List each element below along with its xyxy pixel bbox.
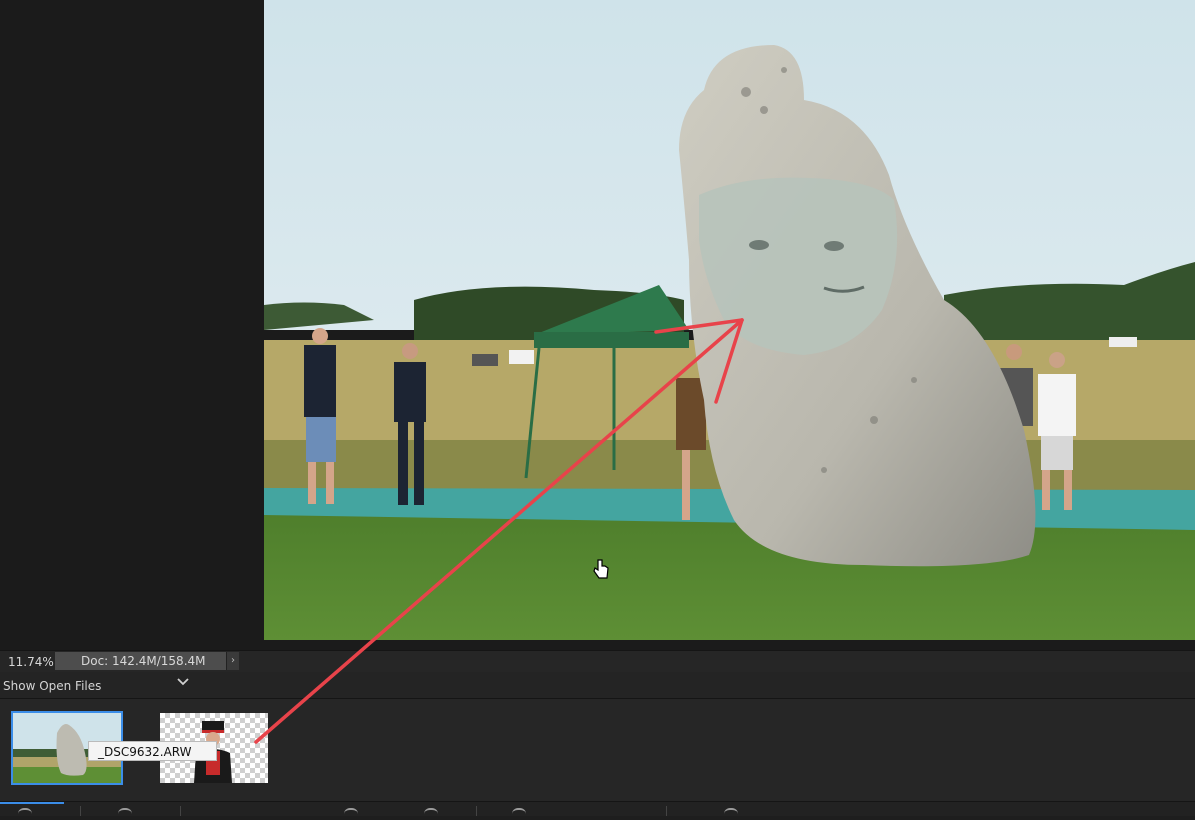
chevron-down-icon[interactable] bbox=[176, 675, 190, 689]
photo-stone-scene bbox=[264, 0, 1195, 640]
doc-size-info: Doc: 142.4M/158.4M bbox=[55, 652, 228, 670]
document-image[interactable] bbox=[264, 0, 1195, 640]
open-files-header: Show Open Files bbox=[0, 672, 1195, 699]
toolbar-icon[interactable] bbox=[724, 808, 738, 820]
toolbar-icon[interactable] bbox=[18, 808, 32, 820]
show-open-files-label[interactable]: Show Open Files bbox=[3, 679, 101, 693]
zoom-level[interactable]: 11.74% bbox=[8, 655, 54, 669]
canvas-area[interactable] bbox=[0, 0, 1195, 650]
active-tab-indicator bbox=[0, 802, 64, 804]
toolbar-icon[interactable] bbox=[118, 808, 132, 820]
toolbar-icon[interactable] bbox=[512, 808, 526, 820]
toolbar-icon[interactable] bbox=[344, 808, 358, 820]
bottom-toolbar bbox=[0, 801, 1195, 816]
file-name-tooltip: _DSC9632.ARW bbox=[88, 741, 217, 761]
doc-info-menu-button[interactable]: › bbox=[226, 652, 239, 670]
status-bar: 11.74% Doc: 142.4M/158.4M › bbox=[0, 650, 1195, 673]
open-files-strip: _DSC9632.ARW bbox=[0, 699, 1195, 801]
toolbar-icon[interactable] bbox=[424, 808, 438, 820]
